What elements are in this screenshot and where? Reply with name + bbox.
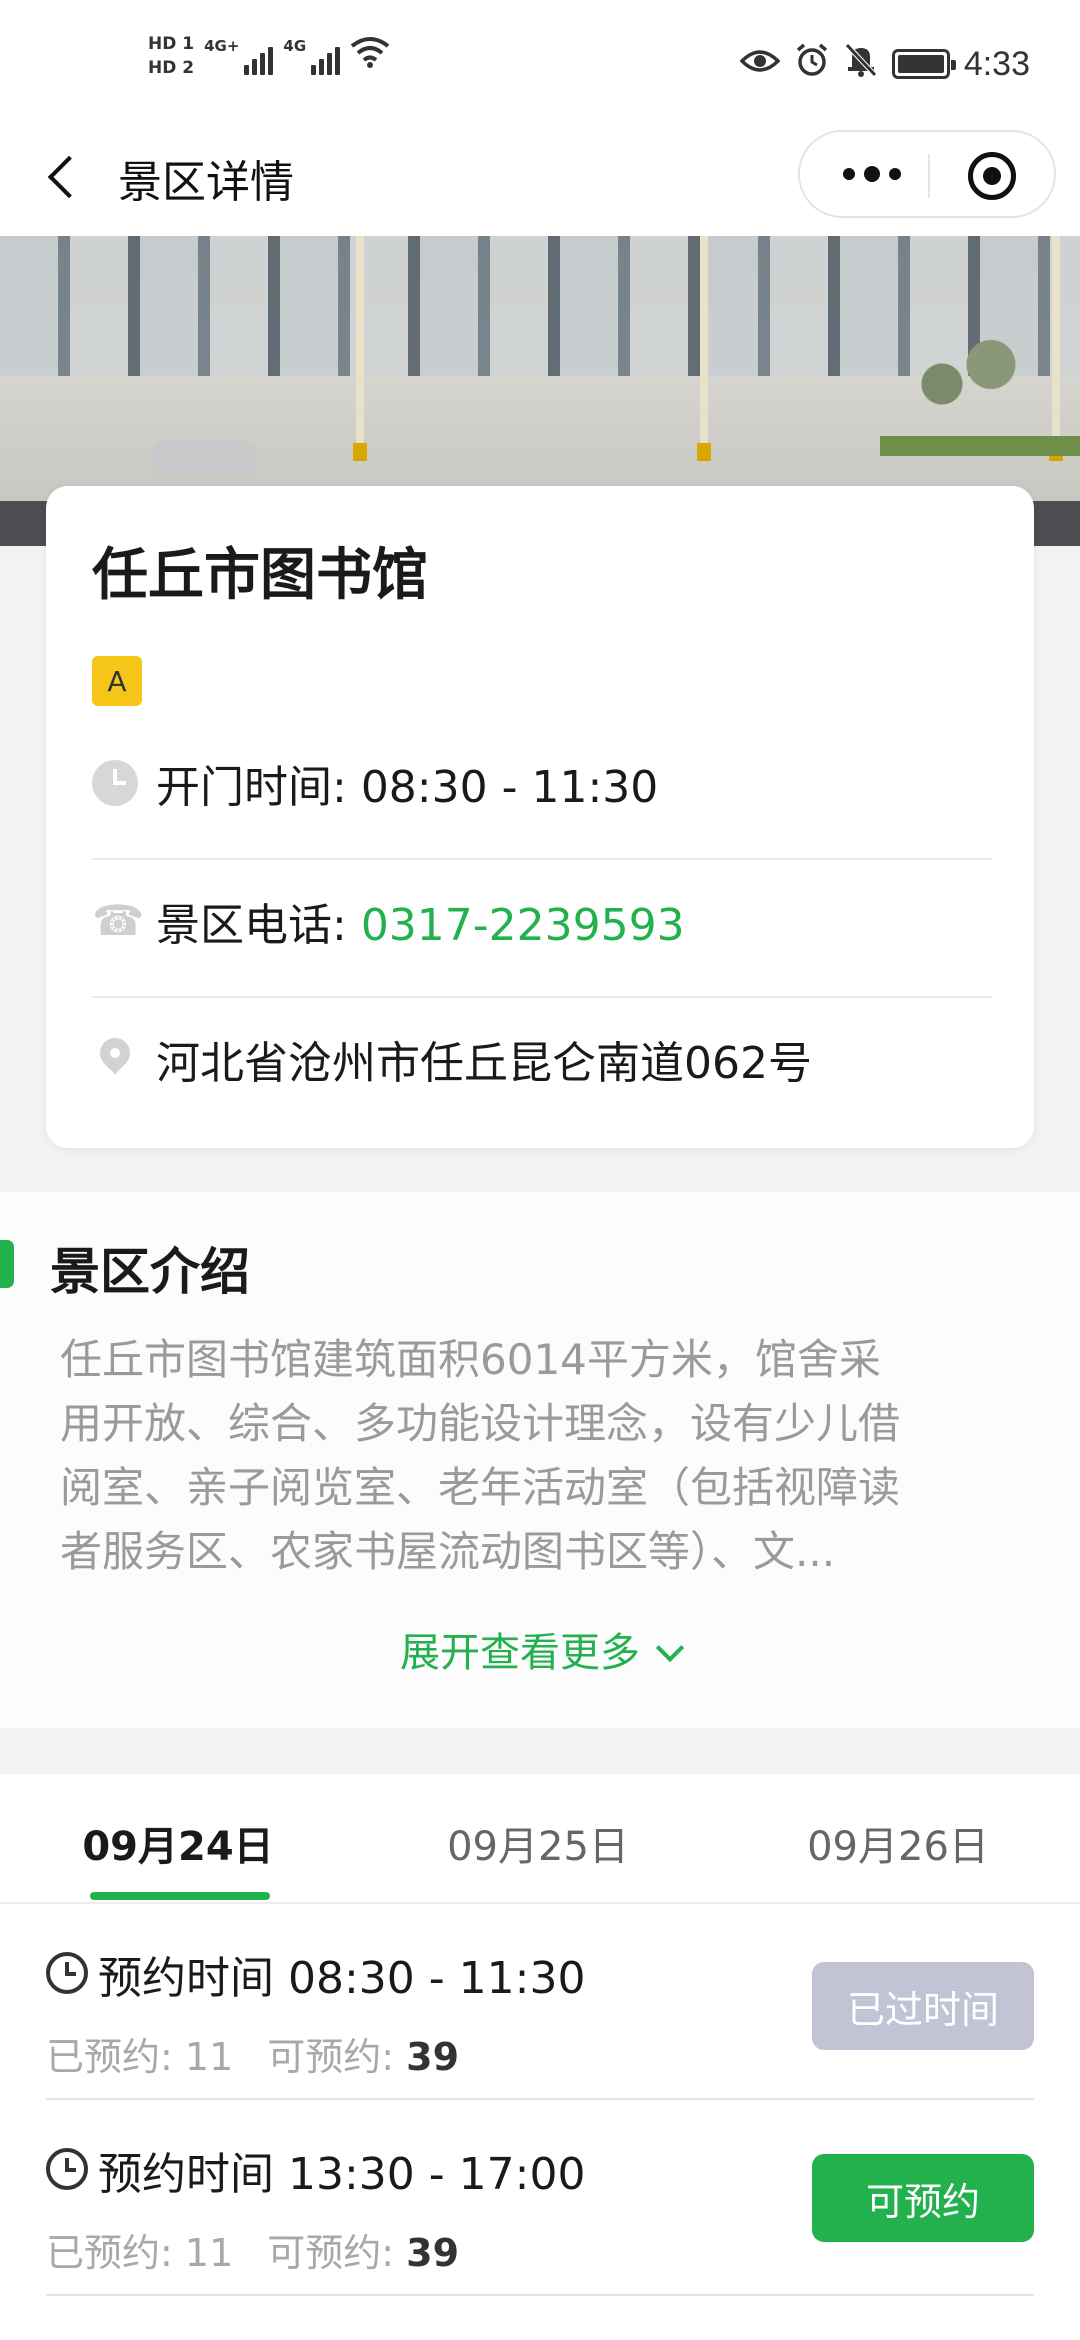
network-2-label: 4G [283, 37, 307, 55]
sim1-label: HD 1 [148, 34, 195, 54]
phone-row[interactable]: 景区电话: 0317-2239593 [92, 866, 992, 976]
intro-line: 者服务区、农家书屋流动图书区等）、文... [60, 1527, 836, 1576]
phone-label: 景区电话: [156, 900, 361, 951]
available-label: 可预约: [267, 2035, 407, 2079]
reservation-slots: 预约时间 08:30 - 11:30 已预约: 11 可预约: 39 已过时间 预… [0, 1904, 1080, 2340]
expired-button[interactable]: 已过时间 [812, 1962, 1034, 2050]
tab-date-3[interactable]: 09月26日 [778, 1814, 1018, 1872]
page-title: 景区详情 [118, 157, 294, 208]
clock-icon [46, 1952, 88, 1994]
expand-more-button[interactable]: 展开查看更多 [0, 1620, 1080, 1678]
lamp-post [353, 236, 367, 461]
signal-1-icon: 4G+ [204, 37, 274, 75]
place-info-card: 任丘市图书馆 A 开门时间: 08:30 - 11:30 景区电话: 0317-… [46, 486, 1034, 1148]
lamp-post [1049, 236, 1063, 461]
alarm-icon [794, 42, 830, 86]
capsule-divider [928, 154, 930, 198]
divider [92, 858, 992, 860]
booked-count: 11 [184, 2035, 234, 2079]
intro-title: 景区介绍 [50, 1243, 250, 1301]
tab-date-2[interactable]: 09月25日 [418, 1814, 658, 1872]
booked-count: 11 [184, 2231, 234, 2275]
date-tabs: 09月24日 09月25日 09月26日 [0, 1774, 1080, 1904]
sim-labels: HD 1 HD 2 [148, 34, 194, 78]
intro-line: 任丘市图书馆建筑面积6014平方米，馆舍采 [60, 1335, 881, 1384]
intro-text: 任丘市图书馆建筑面积6014平方米，馆舍采 用开放、综合、多功能设计理念，设有少… [60, 1328, 1030, 1584]
intro-line: 用开放、综合、多功能设计理念，设有少儿借 [60, 1399, 901, 1448]
nav-bar: 景区详情 [0, 120, 1080, 236]
slot-row: 预约时间 08:30 - 11:30 已预约: 11 可预约: 39 已过时间 [46, 1904, 1034, 2100]
address-row[interactable]: 河北省沧州市任丘昆仑南道062号 [92, 1004, 992, 1114]
eye-icon [739, 45, 781, 83]
clock-time: 4:33 [963, 44, 1030, 83]
mini-program-capsule [798, 130, 1056, 218]
slot-counts: 已预约: 11 可预约: 39 [46, 2026, 459, 2081]
address: 河北省沧州市任丘昆仑南道062号 [156, 1038, 812, 1089]
battery-icon [891, 49, 956, 79]
phone-icon [92, 896, 144, 945]
place-name: 任丘市图书馆 [92, 543, 428, 608]
opening-hours-label: 开门时间: [156, 762, 361, 813]
phone-number-link[interactable]: 0317-2239593 [361, 900, 685, 951]
expand-more-label: 展开查看更多 [400, 1630, 640, 1676]
grass [880, 436, 1080, 456]
slot-time: 预约时间 08:30 - 11:30 [98, 1953, 586, 2004]
sim2-label: HD 2 [148, 58, 195, 78]
more-button[interactable] [836, 154, 908, 194]
slot-row: 预约时间 13:30 - 17:00 已预约: 11 可预约: 39 可预约 [46, 2100, 1034, 2296]
available-label: 可预约: [267, 2231, 407, 2275]
opening-hours: 开门时间: 08:30 - 11:30 [156, 751, 658, 815]
close-miniprogram-button[interactable] [968, 152, 1016, 200]
back-button[interactable] [40, 148, 84, 208]
intro-line: 阅室、亲子阅览室、老年活动室（包括视障读 [60, 1463, 901, 1512]
slot-time: 预约时间 13:30 - 17:00 [98, 2149, 586, 2200]
trees [900, 306, 1040, 436]
section-accent-bar [0, 1240, 14, 1288]
mute-bell-icon [844, 42, 878, 86]
divider [46, 2294, 1034, 2296]
chevron-down-icon [655, 1633, 685, 1663]
phone: 景区电话: 0317-2239593 [156, 889, 685, 953]
lamp-post [697, 236, 711, 461]
clock-icon [46, 2148, 88, 2190]
divider [92, 996, 992, 998]
available-count: 39 [406, 2035, 460, 2079]
opening-hours-value: 08:30 - 11:30 [360, 762, 659, 813]
grade-badge: A [92, 656, 142, 706]
location-pin-icon [92, 1036, 138, 1082]
signal-group: HD 1 HD 2 4G+ 4G [148, 34, 390, 78]
clock-icon [92, 760, 138, 806]
car [152, 440, 258, 474]
booked-label: 已预约: [46, 2231, 185, 2275]
booked-label: 已预约: [46, 2035, 185, 2079]
intro-section: 景区介绍 任丘市图书馆建筑面积6014平方米，馆舍采 用开放、综合、多功能设计理… [0, 1192, 1080, 1728]
available-count: 39 [406, 2231, 460, 2275]
book-button[interactable]: 可预约 [812, 2154, 1034, 2242]
signal-2-icon: 4G [283, 37, 341, 75]
network-1-label: 4G+ [204, 37, 240, 55]
more-dots-icon [843, 168, 855, 180]
opening-hours-row: 开门时间: 08:30 - 11:30 [92, 728, 992, 838]
active-tab-indicator [90, 1892, 270, 1900]
status-icons: 4:33 [739, 42, 1030, 86]
wifi-icon [350, 36, 390, 77]
slot-counts: 已预约: 11 可预约: 39 [46, 2222, 459, 2277]
tab-date-1[interactable]: 09月24日 [58, 1814, 298, 1872]
status-bar: HD 1 HD 2 4G+ 4G 4:33 [0, 0, 1080, 120]
